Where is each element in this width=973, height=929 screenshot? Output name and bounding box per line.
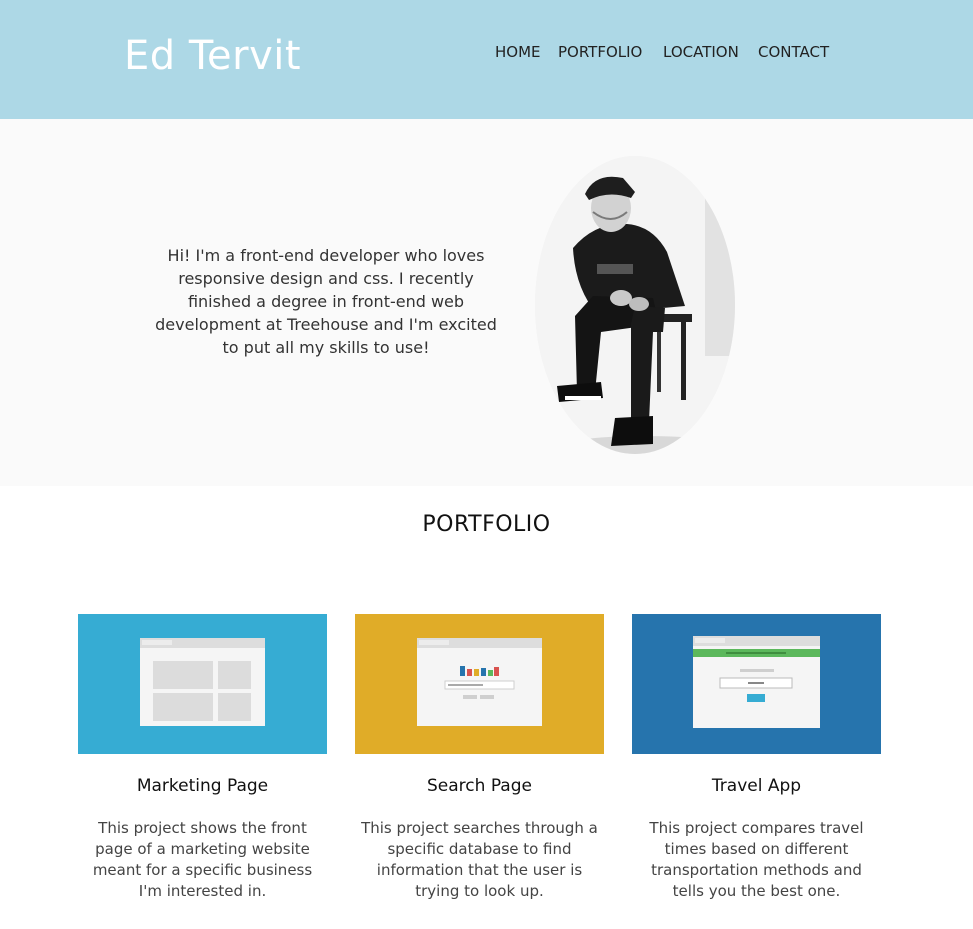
- travel-app-mockup-icon: [693, 636, 820, 728]
- nav-home[interactable]: HOME: [495, 43, 541, 61]
- project-card-travel[interactable]: Travel App This project compares travel …: [632, 614, 881, 900]
- site-header: Ed Tervit HOME PORTFOLIO LOCATION CONTAC…: [0, 0, 973, 119]
- project-title[interactable]: Travel App: [632, 776, 881, 796]
- intro-text: Hi! I'm a front-end developer who loves …: [155, 246, 497, 357]
- nav-contact[interactable]: CONTACT: [758, 43, 829, 61]
- hero-section: Hi! I'm a front-end developer who loves …: [0, 119, 973, 486]
- portfolio-heading: PORTFOLIO: [422, 512, 551, 537]
- search-page-mockup-icon: [417, 638, 542, 726]
- project-card-marketing[interactable]: Marketing Page This project shows the fr…: [78, 614, 327, 900]
- nav-portfolio[interactable]: PORTFOLIO: [558, 43, 642, 61]
- project-title[interactable]: Search Page: [355, 776, 604, 796]
- project-thumbnail[interactable]: [355, 614, 604, 754]
- profile-photo-illustration: [535, 156, 735, 454]
- nav-location[interactable]: LOCATION: [663, 43, 739, 61]
- project-description: This project compares travel times based…: [649, 819, 864, 900]
- project-card-search[interactable]: Search Page This project searches throug…: [355, 614, 604, 900]
- project-thumbnail[interactable]: [632, 614, 881, 754]
- main-nav: HOME PORTFOLIO LOCATION CONTACT: [0, 43, 973, 63]
- project-thumbnail[interactable]: [78, 614, 327, 754]
- project-description: This project searches through a specific…: [361, 819, 598, 900]
- project-title[interactable]: Marketing Page: [78, 776, 327, 796]
- profile-photo: [535, 156, 735, 454]
- marketing-page-mockup-icon: [140, 638, 265, 726]
- project-description: This project shows the front page of a m…: [92, 819, 313, 900]
